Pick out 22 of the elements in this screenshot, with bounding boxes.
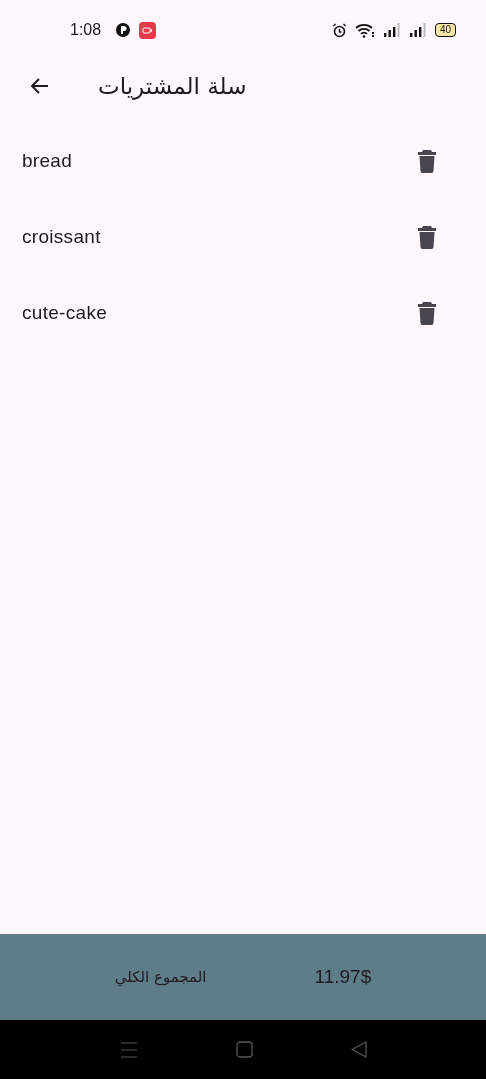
trash-icon: [418, 149, 436, 173]
item-name: bread: [22, 150, 73, 172]
wifi-icon: [354, 22, 375, 38]
status-time: 1:08: [70, 21, 102, 39]
total-label: المجموع الكلي: [114, 968, 207, 986]
trash-icon: [418, 225, 436, 249]
delete-button[interactable]: [418, 225, 436, 249]
total-amount: 11.97$: [314, 966, 372, 988]
trash-icon: [418, 301, 436, 325]
item-name: cute-cake: [22, 302, 108, 324]
screen-record-icon: [139, 21, 157, 39]
signal-icon: [382, 23, 401, 37]
signal-icon: [408, 23, 427, 37]
home-icon[interactable]: [235, 1041, 253, 1058]
delete-button[interactable]: [418, 149, 436, 173]
app-badge-icon: [115, 22, 132, 38]
item-name: croissant: [22, 226, 101, 248]
alarm-icon: [331, 22, 347, 38]
delete-button[interactable]: [418, 301, 436, 325]
battery-indicator: 40: [434, 23, 456, 37]
back-icon[interactable]: [350, 1041, 367, 1058]
page-title: سلة المشتريات: [98, 73, 247, 99]
